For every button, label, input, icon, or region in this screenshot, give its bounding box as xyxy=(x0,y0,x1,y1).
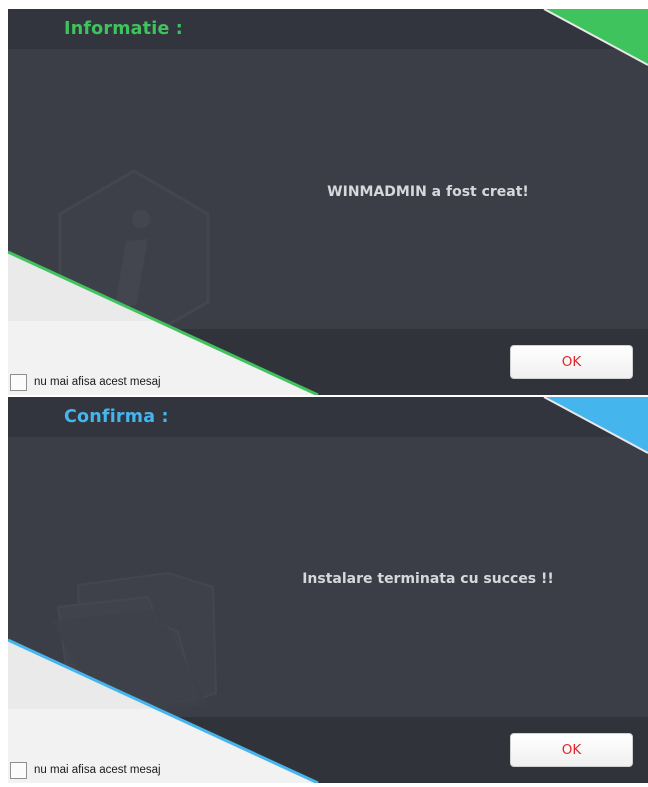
dont-show-again-checkbox[interactable] xyxy=(10,373,27,391)
confirm-dialog: Confirma : Instalare terminata cu succes… xyxy=(8,397,648,783)
dialog-title: Informatie : xyxy=(64,19,184,39)
dialog-titlebar: Confirma : xyxy=(8,397,648,437)
dialog-message: Instalare terminata cu succes !! xyxy=(302,571,554,587)
info-dialog: Informatie : WINMADMIN a fost creat! OK … xyxy=(8,9,648,395)
dialog-title: Confirma : xyxy=(64,407,169,427)
dont-show-again-label[interactable]: nu mai afisa acest mesaj xyxy=(34,376,161,388)
dont-show-again-row[interactable]: nu mai afisa acest mesaj xyxy=(10,372,161,392)
dont-show-again-row[interactable]: nu mai afisa acest mesaj xyxy=(10,760,161,780)
dont-show-again-label[interactable]: nu mai afisa acest mesaj xyxy=(34,764,161,776)
ok-button[interactable]: OK xyxy=(510,733,633,767)
dont-show-again-checkbox[interactable] xyxy=(10,761,27,779)
ok-button[interactable]: OK xyxy=(510,345,633,379)
dialog-message: WINMADMIN a fost creat! xyxy=(327,184,529,200)
dialog-titlebar: Informatie : xyxy=(8,9,648,49)
